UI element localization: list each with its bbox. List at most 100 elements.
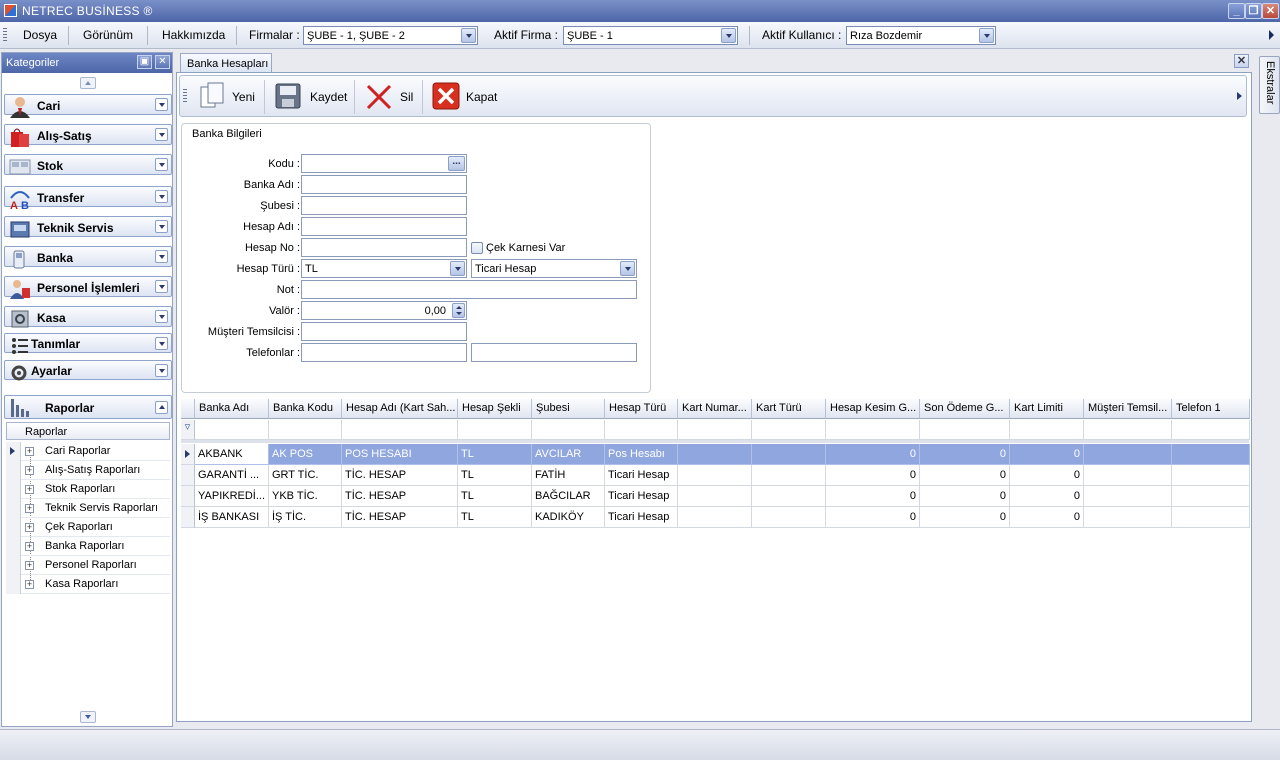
chevron-up-icon[interactable] [155, 401, 168, 414]
row-indicator[interactable] [181, 507, 195, 528]
table-cell[interactable]: TL [458, 465, 532, 486]
column-header[interactable]: Hesap Kesim G... [826, 399, 920, 419]
table-cell[interactable] [752, 465, 826, 486]
table-cell[interactable]: GRT TİC. [269, 465, 342, 486]
table-cell[interactable]: BAĞCILAR [532, 486, 605, 507]
table-cell[interactable]: GARANTİ ... [195, 465, 269, 486]
expand-icon[interactable]: + [25, 542, 34, 551]
table-cell[interactable]: 0 [1010, 486, 1084, 507]
active-firm-combo[interactable]: ŞUBE - 1 [563, 26, 738, 45]
table-cell[interactable]: TİC. HESAP [342, 465, 458, 486]
expand-icon[interactable]: + [25, 447, 34, 456]
expand-icon[interactable]: + [25, 523, 34, 532]
table-cell[interactable]: 0 [826, 507, 920, 528]
table-cell[interactable]: POS HESABI [342, 444, 458, 465]
column-header[interactable]: Müşteri Temsil... [1084, 399, 1172, 419]
save-button[interactable]: Kaydet [270, 76, 352, 118]
toolbar-overflow-icon[interactable] [1237, 92, 1242, 100]
table-cell[interactable] [1172, 465, 1250, 486]
table-cell[interactable]: AKBANK [195, 444, 269, 465]
close-tab-icon[interactable]: ✕ [1234, 54, 1249, 68]
toolbar-grip[interactable] [183, 89, 187, 103]
account-no-field[interactable] [301, 238, 467, 257]
expand-icon[interactable]: + [25, 485, 34, 494]
table-cell[interactable] [678, 444, 752, 465]
table-cell[interactable] [752, 507, 826, 528]
table-cell[interactable]: 0 [920, 444, 1010, 465]
table-cell[interactable] [1172, 444, 1250, 465]
table-row[interactable]: İŞ BANKASI İŞ TİC. TİC. HESAP TL KADIKÖY Tica… [181, 507, 1250, 528]
chevron-down-icon[interactable] [721, 28, 736, 43]
chevron-down-icon[interactable] [450, 261, 465, 276]
expand-icon[interactable]: + [25, 466, 34, 475]
filter-cell[interactable] [920, 420, 1010, 440]
code-field[interactable]: ... [301, 154, 467, 173]
chevron-down-icon[interactable] [155, 250, 168, 263]
table-row[interactable]: AKBANK AK POS POS HESABI TL AVCILAR Pos Hesab… [181, 444, 1250, 465]
phone1-field[interactable] [301, 343, 467, 362]
tree-item-cek-raporlari[interactable]: + Çek Raporları [6, 518, 170, 537]
table-cell[interactable]: 0 [920, 507, 1010, 528]
restore-button[interactable]: ❐ [1245, 3, 1262, 19]
delete-button[interactable]: Sil [362, 76, 418, 118]
chevron-down-icon[interactable] [155, 158, 168, 171]
sidebar-item-ayarlar[interactable]: Ayarlar [4, 360, 172, 381]
chevron-down-icon[interactable] [155, 220, 168, 233]
chevron-down-icon[interactable] [461, 28, 476, 43]
table-cell[interactable]: 0 [826, 486, 920, 507]
filter-cell[interactable] [1172, 420, 1250, 440]
tree-item-alis-satis-raporlari[interactable]: + Alış-Satış Raporları [6, 461, 170, 480]
table-row[interactable]: GARANTİ ... GRT TİC. TİC. HESAP TL FATİH Tica… [181, 465, 1250, 486]
ellipsis-button[interactable]: ... [448, 156, 465, 171]
checkbook-checkbox[interactable] [471, 242, 483, 254]
firms-combo[interactable]: ŞUBE - 1, ŞUBE - 2 [303, 26, 478, 45]
filter-cell[interactable] [752, 420, 826, 440]
table-row[interactable]: YAPIKREDİ... YKB TİC. TİC. HESAP TL BAĞCILAR… [181, 486, 1250, 507]
sidebar-item-raporlar[interactable]: Raporlar [4, 395, 172, 419]
expand-icon[interactable]: + [25, 561, 34, 570]
menu-overflow-icon[interactable] [1269, 30, 1274, 40]
table-cell[interactable] [752, 486, 826, 507]
valor-stepper[interactable]: 0,00 [301, 301, 467, 320]
active-user-combo[interactable]: Rıza Bozdemir [846, 26, 996, 45]
chevron-down-icon[interactable] [155, 280, 168, 293]
table-cell[interactable] [678, 507, 752, 528]
table-cell[interactable]: YKB TİC. [269, 486, 342, 507]
chevron-down-icon[interactable] [155, 190, 168, 203]
chevron-down-icon[interactable] [620, 261, 635, 276]
table-cell[interactable] [1172, 507, 1250, 528]
sidebar-item-alis-satis[interactable]: Alış-Satış [4, 124, 172, 147]
filter-cell[interactable] [342, 420, 458, 440]
tree-item-kasa-raporlari[interactable]: + Kasa Raporları [6, 575, 170, 594]
filter-icon[interactable]: ▿ [181, 420, 195, 440]
sidebar-item-tanimlar[interactable]: Tanımlar [4, 333, 172, 354]
pin-icon[interactable]: ▣ [137, 55, 152, 69]
table-cell[interactable]: 0 [826, 444, 920, 465]
table-cell[interactable]: TL [458, 507, 532, 528]
expand-icon[interactable]: + [25, 504, 34, 513]
filter-cell[interactable] [532, 420, 605, 440]
table-cell[interactable]: TİC. HESAP [342, 486, 458, 507]
table-cell[interactable]: TL [458, 444, 532, 465]
sidebar-item-transfer[interactable]: AB Transfer [4, 186, 172, 210]
filter-cell[interactable] [269, 420, 342, 440]
bank-name-field[interactable] [301, 175, 467, 194]
currency-select[interactable]: TL [301, 259, 467, 278]
column-header[interactable]: Banka Kodu [269, 399, 342, 419]
table-cell[interactable] [1084, 486, 1172, 507]
table-cell[interactable]: İŞ BANKASI [195, 507, 269, 528]
account-name-field[interactable] [301, 217, 467, 236]
filter-row[interactable]: ▿ [181, 420, 1250, 440]
extras-panel-tab[interactable]: Ekstralar [1259, 56, 1280, 114]
menu-grip[interactable] [3, 28, 7, 43]
table-cell[interactable] [752, 444, 826, 465]
rep-field[interactable] [301, 322, 467, 341]
spin-icon[interactable] [452, 303, 465, 318]
menu-view[interactable]: Görünüm [83, 28, 133, 42]
column-header[interactable]: Kart Türü [752, 399, 826, 419]
table-cell[interactable]: AK POS [269, 444, 342, 465]
account-type-select[interactable]: Ticari Hesap [471, 259, 637, 278]
table-cell[interactable]: Ticari Hesap [605, 465, 678, 486]
column-header[interactable]: Son Ödeme G... [920, 399, 1010, 419]
column-header[interactable]: Banka Adı [195, 399, 269, 419]
